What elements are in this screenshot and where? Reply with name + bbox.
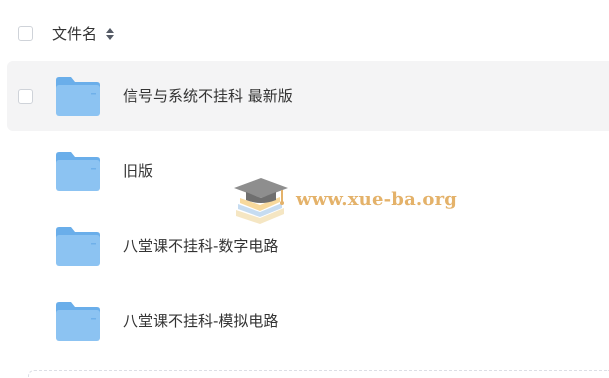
graduation-cap-logo (234, 178, 288, 224)
file-row[interactable]: 信号与系统不挂科 最新版 (7, 61, 609, 131)
folder-icon (56, 302, 100, 341)
file-name[interactable]: 八堂课不挂科-数字电路 (123, 236, 278, 256)
name-column-header[interactable]: 文件名 (52, 24, 97, 44)
file-name[interactable]: 八堂课不挂科-模拟电路 (123, 311, 278, 331)
folder-icon (56, 152, 100, 191)
select-all-checkbox[interactable] (18, 26, 33, 41)
list-bottom-edge (28, 370, 609, 378)
watermark-text: www.xue-ba.org (296, 189, 458, 210)
file-name[interactable]: 信号与系统不挂科 最新版 (123, 86, 293, 106)
folder-icon (56, 227, 100, 266)
folder-icon (56, 77, 100, 116)
file-list-header: 文件名 (0, 12, 609, 56)
sort-icon[interactable] (105, 27, 115, 41)
row-checkbox[interactable] (18, 89, 33, 104)
watermark: www.xue-ba.org (230, 174, 457, 230)
file-row[interactable]: 八堂课不挂科-模拟电路 (7, 286, 609, 356)
file-name[interactable]: 旧版 (123, 161, 153, 181)
file-list: 文件名 信号与系统不挂科 最新版 旧版 八堂课不挂科-数字电路 八堂课不挂科-模… (0, 0, 609, 378)
